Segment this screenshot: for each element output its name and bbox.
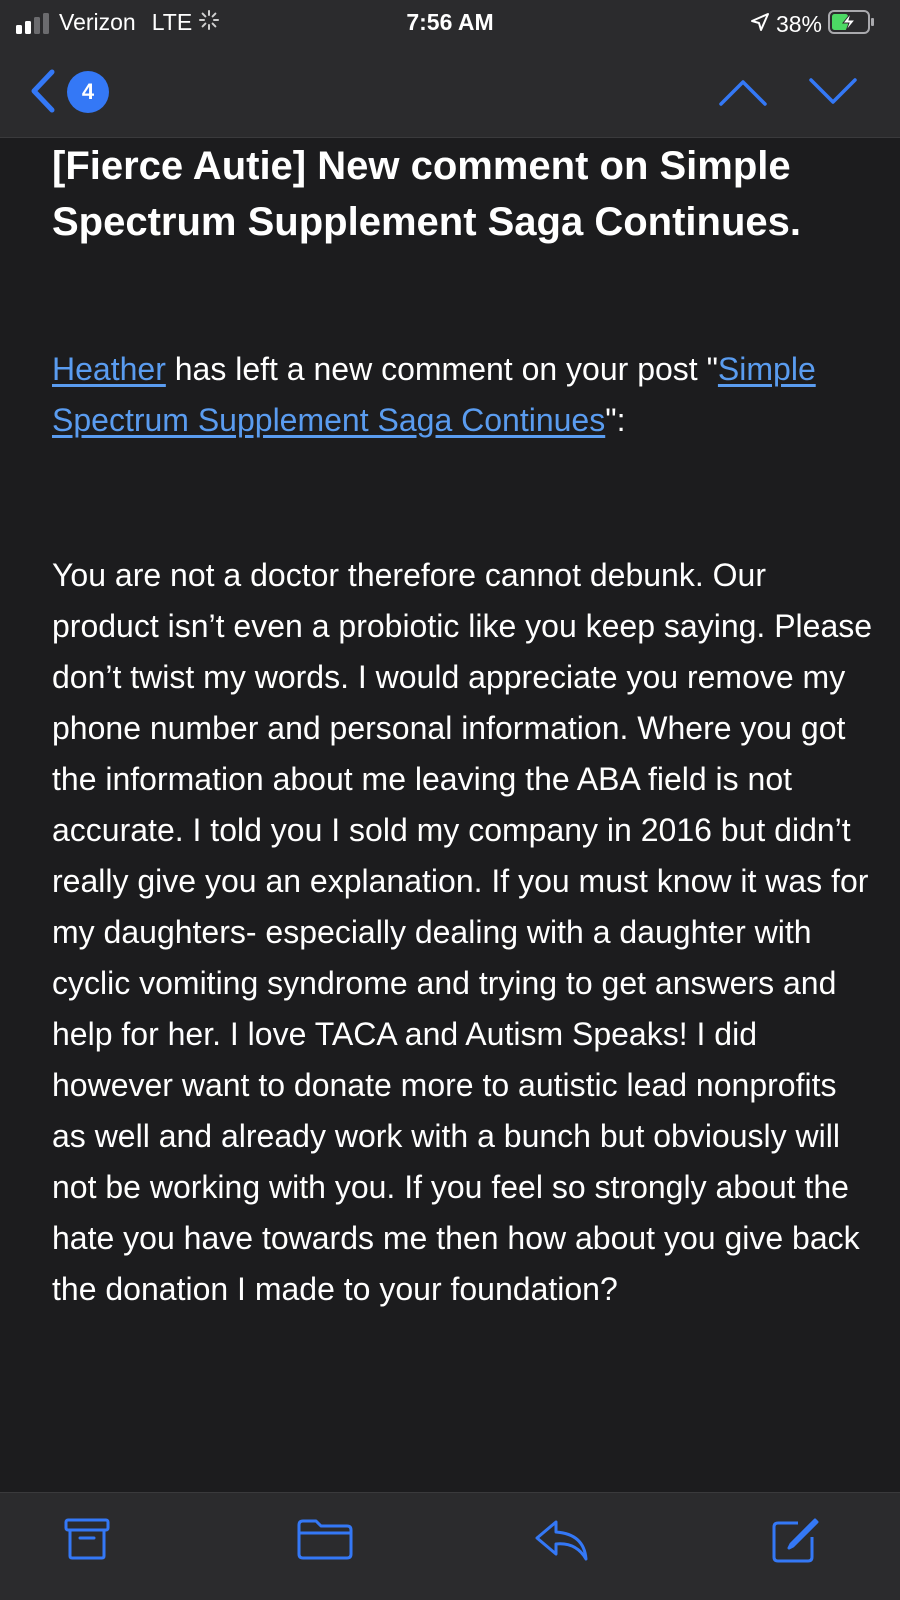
email-content[interactable]: [Fierce Autie] New comment on Simple Spe…	[0, 138, 900, 1492]
archive-icon	[64, 1518, 110, 1560]
back-chevron-icon	[31, 69, 55, 113]
back-button[interactable]	[26, 68, 62, 114]
move-to-folder-button[interactable]	[296, 1517, 354, 1566]
comment-intro: Heather has left a new comment on your p…	[52, 344, 872, 446]
compose-button[interactable]	[770, 1517, 820, 1570]
previous-message-button[interactable]	[718, 78, 768, 108]
archive-button[interactable]	[64, 1517, 110, 1566]
unread-count-badge: 4	[67, 71, 109, 113]
compose-icon	[772, 1518, 819, 1563]
reply-button[interactable]	[534, 1517, 590, 1568]
intro-text: has left a new comment on your post "	[165, 351, 718, 387]
battery-percent: 38%	[775, 11, 822, 37]
battery-charging-icon	[828, 9, 876, 40]
author-link[interactable]: Heather	[52, 351, 166, 387]
chevron-up-icon	[719, 80, 767, 106]
bottom-toolbar	[0, 1492, 900, 1600]
status-bar: Verizon LTE 7:56 AM 38%	[0, 0, 900, 46]
folder-icon	[297, 1519, 353, 1560]
location-arrow-icon	[750, 12, 770, 37]
comment-body: You are not a doctor therefore cannot de…	[52, 557, 873, 1307]
next-message-button[interactable]	[808, 76, 858, 106]
chevron-down-icon	[809, 78, 857, 104]
navigation-bar: 4	[0, 46, 900, 138]
status-right: 38%	[750, 9, 876, 40]
reply-icon	[535, 1520, 588, 1561]
email-subject: [Fierce Autie] New comment on Simple Spe…	[52, 144, 802, 244]
intro-end-text: ":	[605, 402, 626, 438]
